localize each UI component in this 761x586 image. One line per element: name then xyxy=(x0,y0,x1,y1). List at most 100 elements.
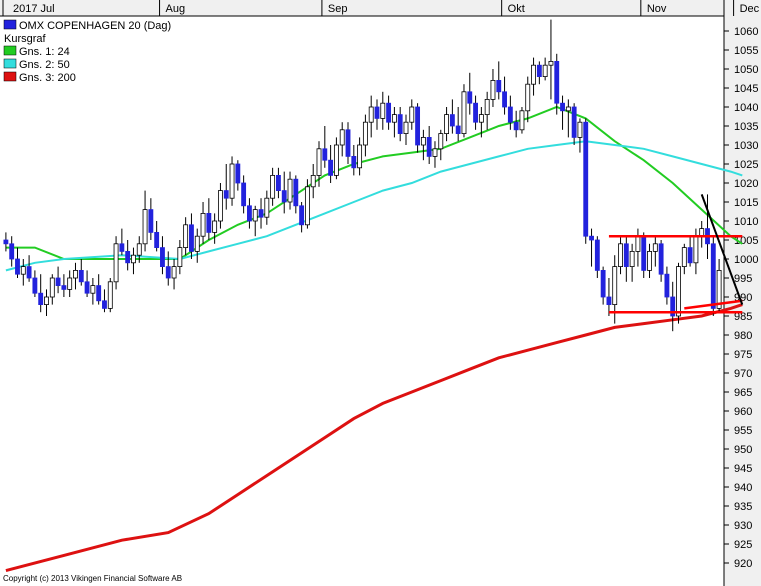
price-label: 930 xyxy=(734,520,752,532)
candle-up xyxy=(131,254,136,264)
legend-swatch-ma24 xyxy=(3,45,17,56)
candle-up xyxy=(316,148,322,176)
candle-up xyxy=(20,266,26,275)
candle-down xyxy=(206,212,212,233)
candle-up xyxy=(432,148,438,157)
candle-down xyxy=(623,243,629,268)
candle-down xyxy=(583,121,589,237)
candle-up xyxy=(264,197,270,218)
candle-down xyxy=(397,114,403,134)
candle-up xyxy=(693,235,699,264)
candle-down xyxy=(26,266,32,279)
month-label: 2017 Jul xyxy=(13,3,55,15)
legend-label-ma50: Gns. 2: 50 xyxy=(19,59,70,71)
price-label: 1035 xyxy=(734,121,758,133)
candle-down xyxy=(467,91,473,104)
candle-up xyxy=(49,277,55,298)
price-label: 1025 xyxy=(734,159,758,171)
price-label: 1015 xyxy=(734,197,758,209)
candle-down xyxy=(247,205,252,222)
candle-up xyxy=(420,136,426,146)
candle-up xyxy=(409,106,415,123)
candle-up xyxy=(270,174,276,199)
candle-down xyxy=(275,174,281,191)
candle-down xyxy=(55,277,61,286)
candle-up xyxy=(142,209,148,245)
candle-up xyxy=(229,163,235,199)
price-label: 920 xyxy=(734,558,752,570)
candle-up xyxy=(333,144,339,176)
candle-down xyxy=(293,178,299,207)
candle-up xyxy=(368,106,374,123)
candle-up xyxy=(107,281,113,309)
candle-down xyxy=(658,243,664,275)
candle-up xyxy=(183,224,189,249)
candle-down xyxy=(415,106,421,146)
candle-up xyxy=(403,121,409,134)
candle-down xyxy=(223,190,229,199)
candle-down xyxy=(160,247,165,268)
candle-up xyxy=(252,209,258,222)
legend-swatch-ma50 xyxy=(3,58,17,69)
candle-up xyxy=(44,296,49,305)
chart-title: OMX COPENHAGEN 20 (Dag) xyxy=(19,20,171,32)
candle-down xyxy=(496,80,502,93)
candle-down xyxy=(119,243,125,252)
candle-up xyxy=(519,110,525,131)
candle-down xyxy=(606,296,612,305)
candle-down xyxy=(84,281,90,294)
candle-up xyxy=(612,266,618,306)
price-label: 1045 xyxy=(734,83,758,95)
candle-down xyxy=(536,64,542,77)
candle-up xyxy=(200,212,206,237)
candle-down xyxy=(32,277,38,294)
candle-down xyxy=(594,239,600,271)
candle-down xyxy=(554,61,560,104)
candle-down xyxy=(96,285,102,302)
candle-down xyxy=(148,209,154,233)
price-label: 960 xyxy=(734,406,752,418)
candle-up xyxy=(339,129,345,146)
candle-down xyxy=(15,258,20,275)
candle-up xyxy=(548,61,554,66)
price-label: 995 xyxy=(734,273,752,285)
price-label: 935 xyxy=(734,501,752,513)
candle-up xyxy=(67,277,73,290)
candle-down xyxy=(560,102,565,112)
candle-down xyxy=(61,285,67,290)
candle-up xyxy=(484,99,490,116)
price-label: 975 xyxy=(734,349,752,361)
candle-up xyxy=(194,235,200,252)
legend-label-ma200: Gns. 3: 200 xyxy=(19,72,76,84)
candle-down xyxy=(281,190,287,203)
price-label: 965 xyxy=(734,387,752,399)
candle-up xyxy=(113,243,119,283)
candle-up xyxy=(362,121,368,146)
price-label: 1050 xyxy=(734,64,758,76)
price-label: 1040 xyxy=(734,102,758,114)
candle-down xyxy=(502,91,507,108)
candle-down xyxy=(258,209,264,218)
candle-up xyxy=(136,243,142,256)
legend-label-kursgraf: Kursgraf xyxy=(4,33,47,45)
price-label: 940 xyxy=(734,482,752,494)
month-label: Nov xyxy=(647,3,667,15)
month-label: Aug xyxy=(166,3,186,15)
candle-down xyxy=(426,136,432,157)
candle-up xyxy=(629,250,635,267)
candle-down xyxy=(9,243,15,260)
candle-down xyxy=(473,102,478,123)
candle-up xyxy=(525,83,531,112)
candle-down xyxy=(299,205,305,226)
candle-down xyxy=(241,182,247,207)
candle-down xyxy=(386,102,392,123)
candle-down xyxy=(641,235,647,271)
stock-chart: 2017 Jul Aug Sep Okt Nov Dec 1060 1055 1050 1045… xyxy=(0,0,761,586)
candle-up xyxy=(212,220,218,233)
price-label: 950 xyxy=(734,444,752,456)
candle-up xyxy=(304,186,310,226)
candle-down xyxy=(664,273,670,298)
candle-down xyxy=(328,159,334,176)
candle-up xyxy=(380,102,386,119)
price-label: 970 xyxy=(734,368,752,380)
